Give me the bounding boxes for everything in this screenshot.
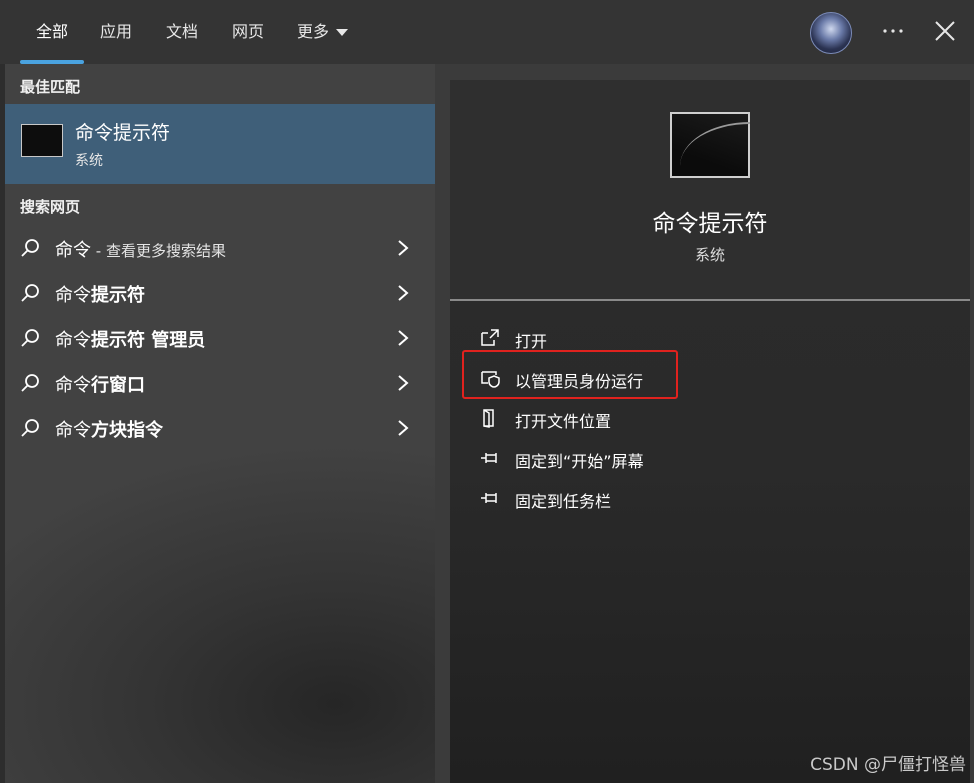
- suggestion-text: 提示符: [91, 285, 145, 306]
- web-result-text: 命令行窗口: [55, 371, 145, 397]
- tab-bar: 全部 应用 文档 网页 更多: [0, 0, 974, 64]
- more-options-icon[interactable]: [880, 18, 906, 44]
- icon-glare: [680, 122, 750, 168]
- web-result-text: 命令提示符: [55, 281, 145, 307]
- query-text: 命令: [55, 285, 91, 306]
- action-label: 固定到任务栏: [515, 492, 612, 511]
- action-pin-to-taskbar[interactable]: 固定到任务栏: [470, 480, 950, 516]
- pin-icon: [481, 493, 497, 503]
- chevron-down-icon: [336, 28, 349, 36]
- open-icon: [481, 329, 499, 346]
- query-text: 命令: [55, 375, 91, 396]
- search-icon: [21, 329, 39, 347]
- query-text: 命令: [55, 240, 91, 261]
- preview-subtitle: 系统: [694, 246, 725, 264]
- annotation-highlight-box: [462, 350, 678, 399]
- preview-title: 命令提示符: [652, 211, 768, 237]
- tab-web[interactable]: 网页: [232, 20, 264, 44]
- action-label: 固定到“开始”屏幕: [515, 452, 644, 471]
- search-web-heading: 搜索网页: [20, 198, 81, 216]
- tab-apps[interactable]: 应用: [100, 20, 132, 44]
- query-text: 命令: [55, 330, 91, 351]
- best-match-title: 命令提示符: [75, 122, 171, 144]
- suffix-text: - 查看更多搜索结果: [91, 242, 226, 260]
- preview-header: 命令提示符 系统: [450, 80, 970, 300]
- action-label: 打开: [515, 332, 548, 351]
- tab-more[interactable]: 更多: [297, 20, 349, 44]
- chevron-right-icon: [398, 240, 409, 256]
- chevron-right-icon: [398, 285, 409, 301]
- search-icon: [21, 239, 39, 257]
- web-result-row[interactable]: 命令提示符: [5, 273, 435, 313]
- web-result-text: 命令提示符 管理员: [55, 326, 205, 352]
- action-open-file-location[interactable]: 打开文件位置: [470, 400, 950, 436]
- search-window: 全部 应用 文档 网页 更多 最佳匹配 命令提示符 系统 搜索网页 命令 - 查…: [0, 0, 974, 783]
- divider: [450, 299, 970, 301]
- web-result-row[interactable]: 命令方块指令: [5, 408, 435, 448]
- search-icon: [21, 284, 39, 302]
- web-result-row[interactable]: 命令提示符 管理员: [5, 318, 435, 358]
- command-prompt-large-icon: [670, 112, 750, 178]
- web-result-row[interactable]: 命令 - 查看更多搜索结果: [5, 228, 435, 268]
- web-result-text: 命令 - 查看更多搜索结果: [55, 236, 226, 262]
- suggestion-text: 提示符 管理员: [91, 330, 206, 351]
- active-tab-indicator: [20, 60, 84, 64]
- search-icon: [21, 419, 39, 437]
- best-match-subtitle: 系统: [75, 153, 103, 169]
- pin-icon: [481, 453, 497, 463]
- avatar[interactable]: [810, 12, 852, 54]
- tab-more-label: 更多: [297, 22, 330, 41]
- close-icon[interactable]: [933, 19, 957, 43]
- command-prompt-icon: [21, 124, 63, 157]
- chevron-right-icon: [398, 330, 409, 346]
- web-result-row[interactable]: 命令行窗口: [5, 363, 435, 403]
- best-match-item[interactable]: 命令提示符 系统: [5, 104, 435, 184]
- action-pin-to-start[interactable]: 固定到“开始”屏幕: [470, 440, 950, 476]
- action-label: 打开文件位置: [515, 412, 612, 431]
- chevron-right-icon: [398, 420, 409, 436]
- preview-panel: 命令提示符 系统 打开 以管理员身份运行 打开文件位置 固定到“开始”屏幕 固定…: [450, 80, 970, 783]
- tab-all[interactable]: 全部: [36, 20, 68, 44]
- chevron-right-icon: [398, 375, 409, 391]
- folder-location-icon: [483, 409, 494, 428]
- web-result-text: 命令方块指令: [55, 416, 163, 442]
- suggestion-text: 方块指令: [91, 420, 163, 441]
- best-match-heading: 最佳匹配: [20, 78, 81, 96]
- watermark: CSDN @尸僵打怪兽: [810, 755, 966, 775]
- suggestion-text: 行窗口: [91, 375, 145, 396]
- search-icon: [21, 374, 39, 392]
- tab-documents[interactable]: 文档: [166, 20, 198, 44]
- query-text: 命令: [55, 420, 91, 441]
